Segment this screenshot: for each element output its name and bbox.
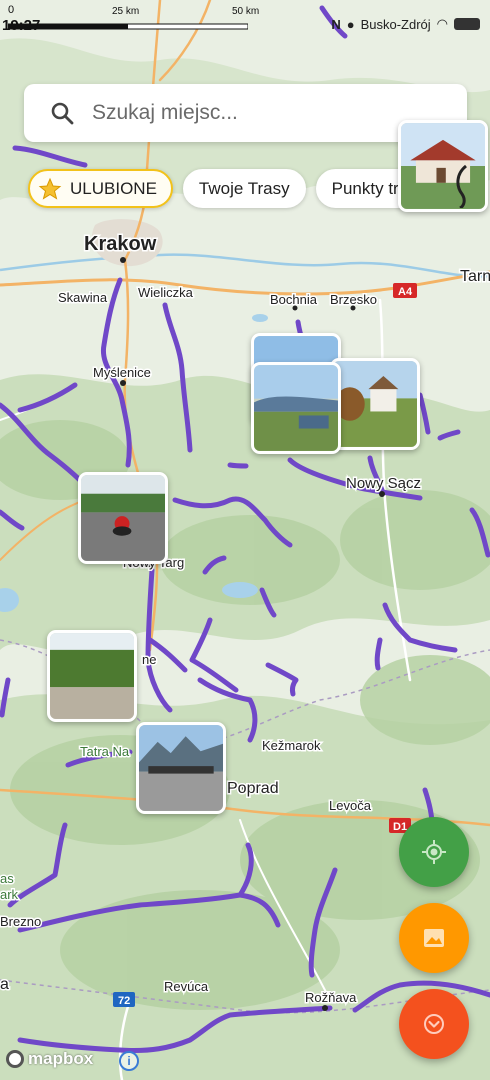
label-as: as — [0, 871, 14, 886]
photo-image — [81, 475, 165, 561]
star-icon — [38, 177, 62, 200]
quote-icon — [456, 164, 468, 208]
chevron-down-circle-icon — [424, 1014, 444, 1034]
photo-marker-motorcycle[interactable] — [78, 472, 168, 564]
photo-marker-viewpoint[interactable] — [251, 362, 341, 454]
locate-button[interactable] — [399, 817, 469, 887]
menu-button[interactable] — [399, 989, 469, 1059]
photo-image — [139, 725, 223, 811]
label-krakow: Krakow — [84, 233, 157, 255]
image-icon — [424, 929, 444, 947]
label-a: a — [0, 976, 9, 993]
label-wieliczka: Wieliczka — [138, 285, 194, 300]
label-tatra: Tatra Na — [80, 744, 130, 759]
crosshair-icon — [422, 840, 446, 864]
label-ark: ark — [0, 887, 19, 902]
chip-favorites-label: ULUBIONE — [70, 178, 157, 198]
label-brezno: Brezno — [0, 914, 41, 929]
label-kezmarok: Kežmarok — [262, 738, 321, 753]
chip-your-routes[interactable]: Twoje Trasy — [182, 169, 306, 208]
info-icon[interactable]: i — [119, 1051, 139, 1071]
mapbox-label: mapbox — [28, 1049, 94, 1068]
label-poprad: Poprad — [227, 780, 279, 797]
label-myslenice: Myślenice — [93, 365, 151, 380]
photo-image — [401, 123, 485, 209]
filter-chips: ULUBIONE Twoje Trasy Punkty trasy — [28, 169, 442, 208]
label-skawina: Skawina — [58, 290, 108, 305]
label-roznava: Rožňava — [305, 990, 357, 1005]
mapbox-logo: mapbox — [6, 1049, 93, 1069]
label-tarnow: Tarn — [460, 268, 490, 285]
mapbox-icon — [6, 1050, 24, 1068]
gallery-button[interactable] — [399, 903, 469, 973]
label-revuca: Revúca — [164, 979, 209, 994]
label-bochnia: Bochnia — [270, 292, 318, 307]
label-levoca: Levoča — [329, 798, 372, 813]
photo-image — [254, 365, 338, 451]
photo-marker-tatra-bikers[interactable] — [136, 722, 226, 814]
photo-marker-chapel[interactable] — [330, 358, 420, 450]
photo-image — [50, 633, 134, 719]
label-zakopane: ne — [142, 652, 156, 667]
photo-marker-forest-parking[interactable] — [47, 630, 137, 722]
photo-marker-house[interactable] — [398, 120, 488, 212]
chip-your-routes-label: Twoje Trasy — [198, 178, 290, 198]
search-input[interactable] — [92, 101, 422, 125]
road-72: 72 — [118, 995, 130, 1007]
photo-image — [333, 361, 417, 447]
road-a4: A4 — [398, 286, 413, 298]
search-icon — [51, 102, 74, 125]
chip-favorites[interactable]: ULUBIONE — [28, 169, 173, 208]
label-brzesko: Brzesko — [330, 292, 377, 307]
label-nowy-sacz: Nowy Sącz — [346, 475, 421, 492]
